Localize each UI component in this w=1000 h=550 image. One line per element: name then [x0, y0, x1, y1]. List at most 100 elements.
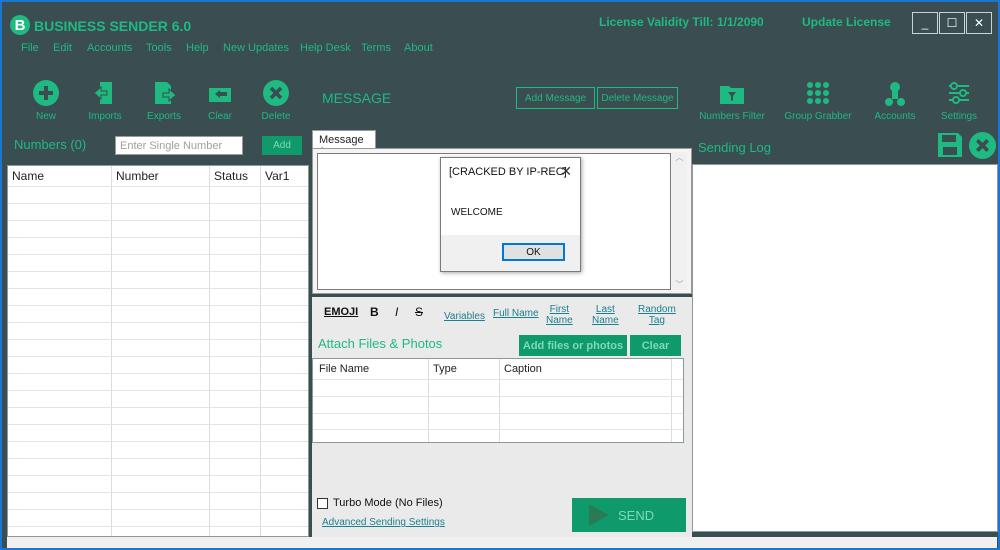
grid-row-line — [313, 429, 683, 430]
numbers-grid[interactable]: Name Number Status Var1 — [7, 165, 309, 537]
sending-log-label: Sending Log — [698, 140, 772, 155]
message-scrollbar[interactable]: ︿ ﹀ — [672, 152, 687, 290]
random-tag-line2: Tag — [648, 315, 665, 326]
last-name-link[interactable]: Last Name — [592, 304, 619, 326]
menu-tools[interactable]: Tools — [146, 42, 172, 54]
save-icon[interactable] — [937, 132, 963, 158]
settings-label: Settings — [940, 111, 978, 122]
delete-message-button[interactable]: Delete Message — [597, 87, 678, 109]
dialog-title: [CRACKED BY IP-REC] — [449, 166, 567, 178]
menu-edit[interactable]: Edit — [53, 42, 72, 54]
grid-row-line — [313, 396, 683, 397]
files-grid[interactable]: File Name Type Caption — [312, 358, 684, 443]
license-label: License Validity Till: — [599, 15, 714, 29]
first-name-line1: First — [549, 304, 570, 315]
grid-row-line — [8, 526, 308, 527]
grid-row-line — [8, 441, 308, 442]
grid-row-line — [313, 413, 683, 414]
grid-row-line — [8, 458, 308, 459]
grid-row-line — [8, 407, 308, 408]
delete-icon — [263, 80, 289, 106]
advanced-settings-link[interactable]: Advanced Sending Settings — [322, 517, 445, 528]
grid-row-line — [8, 203, 308, 204]
grid-row-line — [8, 424, 308, 425]
menu-file[interactable]: File — [21, 42, 39, 54]
app-logo: B — [10, 15, 30, 35]
grid-dots-icon — [807, 82, 829, 104]
app-window: B BUSINESS SENDER 6.0 License Validity T… — [0, 0, 1000, 550]
grid-row-line — [8, 322, 308, 323]
folder-filter-icon — [720, 86, 744, 104]
delete-toolbar-button[interactable]: Delete — [236, 80, 316, 122]
send-label: SEND — [618, 507, 655, 523]
strike-button[interactable]: S — [415, 306, 423, 318]
menu-terms[interactable]: Terms — [361, 42, 391, 54]
send-arrow-icon — [589, 504, 609, 526]
send-button[interactable]: SEND — [572, 498, 686, 532]
menu-help[interactable]: Help — [186, 42, 209, 54]
column-header-number[interactable]: Number — [112, 166, 159, 186]
menu-new-updates[interactable]: New Updates — [223, 42, 289, 54]
app-title: BUSINESS SENDER 6.0 — [34, 18, 192, 34]
grid-row-line — [8, 475, 308, 476]
settings-button[interactable]: Settings — [919, 80, 998, 122]
single-number-input[interactable] — [115, 136, 243, 155]
dialog-close-icon[interactable]: ✕ — [560, 163, 572, 180]
first-name-link[interactable]: First Name — [546, 304, 573, 326]
license-date: 1/1/2090 — [717, 15, 764, 29]
grid-row-line — [8, 390, 308, 391]
sending-log-area[interactable] — [692, 164, 998, 532]
clear-files-button[interactable]: Clear — [630, 335, 681, 356]
turbo-mode-checkbox[interactable]: Turbo Mode (No Files) — [317, 497, 443, 509]
scroll-down-icon[interactable]: ﹀ — [672, 279, 687, 290]
import-icon — [93, 82, 112, 104]
grid-row-line — [8, 271, 308, 272]
add-number-button[interactable]: Add — [262, 136, 302, 155]
grid-divider — [111, 166, 112, 536]
menu-about[interactable]: About — [404, 42, 433, 54]
add-files-button[interactable]: Add files or photos — [519, 335, 627, 356]
dialog-message: WELCOME — [451, 207, 503, 218]
dialog-ok-button[interactable]: OK — [502, 243, 565, 261]
emoji-button[interactable]: EMOJI — [324, 307, 358, 318]
add-message-button[interactable]: Add Message — [516, 87, 595, 109]
random-tag-line1: Random — [638, 304, 676, 315]
export-icon — [155, 82, 177, 104]
group-grabber-button[interactable]: Group Grabber — [778, 80, 858, 122]
grid-row-line — [313, 379, 683, 380]
column-header-caption[interactable]: Caption — [504, 363, 542, 375]
italic-button[interactable]: I — [395, 306, 398, 318]
update-license-link[interactable]: Update License — [802, 15, 891, 29]
minimize-button[interactable]: _ — [912, 12, 938, 34]
close-circle-icon[interactable] — [969, 132, 996, 159]
column-header-name[interactable]: Name — [8, 166, 44, 186]
variables-link[interactable]: Variables — [444, 311, 485, 322]
maximize-button[interactable]: ☐ — [939, 12, 965, 34]
menu-accounts[interactable]: Accounts — [87, 42, 132, 54]
window-close-button[interactable]: ✕ — [966, 12, 992, 34]
column-header-var1[interactable]: Var1 — [261, 166, 289, 186]
status-bar — [7, 537, 997, 548]
column-header-file-name[interactable]: File Name — [319, 363, 369, 375]
checkbox-box[interactable] — [317, 497, 328, 509]
numbers-filter-label: Numbers Filter — [699, 111, 765, 122]
menu-help-desk[interactable]: Help Desk — [300, 42, 351, 54]
column-header-type[interactable]: Type — [433, 363, 457, 375]
bold-button[interactable]: B — [370, 306, 379, 318]
full-name-link[interactable]: Full Name — [493, 308, 539, 319]
turbo-mode-label: Turbo Mode (No Files) — [333, 497, 443, 509]
random-tag-link[interactable]: Random Tag — [638, 304, 676, 326]
last-name-line1: Last — [595, 304, 615, 315]
last-name-line2: Name — [592, 315, 619, 326]
numbers-count-label: Numbers (0) — [14, 137, 87, 152]
accounts-icon — [885, 82, 905, 106]
message-section-label: MESSAGE — [322, 90, 392, 106]
scroll-up-icon[interactable]: ︿ — [672, 152, 687, 163]
column-header-status[interactable]: Status — [210, 166, 248, 186]
grid-row-line — [8, 492, 308, 493]
attach-files-label: Attach Files & Photos — [318, 336, 443, 351]
grid-row-line — [8, 186, 308, 187]
grid-row-line — [8, 305, 308, 306]
tab-message-1[interactable]: Message 1 — [312, 130, 376, 158]
numbers-filter-button[interactable]: Numbers Filter — [692, 80, 772, 122]
